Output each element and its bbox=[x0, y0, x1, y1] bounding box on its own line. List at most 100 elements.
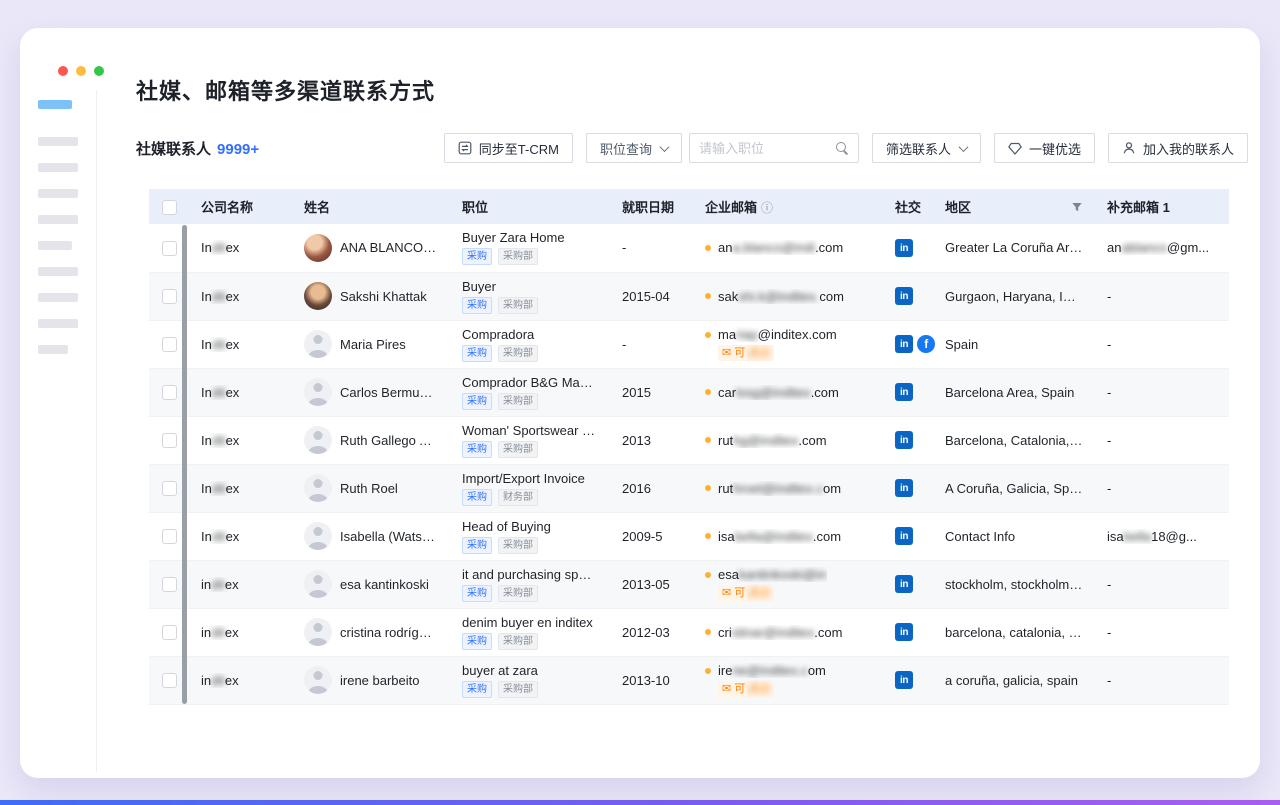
region: Barcelona Area, Spain bbox=[945, 385, 1083, 400]
row-checkbox[interactable] bbox=[162, 529, 177, 544]
contact-name: Ruth Roel bbox=[340, 481, 398, 496]
email: ruthroel@inditex.com bbox=[718, 481, 841, 496]
hire-date: 2013-10 bbox=[622, 673, 670, 688]
company-name: Inditex bbox=[201, 337, 280, 352]
linkedin-icon[interactable]: in bbox=[895, 671, 913, 689]
email: ana.blanco@indi.com bbox=[718, 240, 843, 255]
avatar bbox=[304, 378, 332, 406]
header-name: 姓名 bbox=[292, 189, 450, 224]
company-name: Inditex bbox=[201, 481, 280, 496]
position-title: denim buyer en inditex bbox=[462, 615, 598, 630]
extra-email: isabella18@g... bbox=[1107, 529, 1217, 544]
position-query-dropdown[interactable]: 职位查询 bbox=[586, 133, 682, 163]
linkedin-icon[interactable]: in bbox=[895, 623, 913, 641]
region: barcelona, catalonia, sp... bbox=[945, 625, 1083, 640]
linkedin-icon[interactable]: in bbox=[895, 527, 913, 545]
row-checkbox[interactable] bbox=[162, 241, 177, 256]
region: a coruña, galicia, spain bbox=[945, 673, 1083, 688]
hire-date: 2015-04 bbox=[622, 289, 670, 304]
add-to-my-contacts-button[interactable]: 加入我的联系人 bbox=[1108, 133, 1248, 163]
position-tag: 采购部 bbox=[498, 441, 538, 458]
avatar bbox=[304, 666, 332, 694]
person-add-icon bbox=[1122, 141, 1136, 155]
position-tags: 采购采购部 bbox=[462, 345, 598, 362]
social-icons: in bbox=[895, 383, 913, 401]
row-checkbox[interactable] bbox=[162, 337, 177, 352]
row-checkbox[interactable] bbox=[162, 433, 177, 448]
mail-icon: ✉ bbox=[722, 585, 731, 601]
row-checkbox[interactable] bbox=[162, 481, 177, 496]
position-tag: 财务部 bbox=[498, 489, 538, 506]
table-header-row: 公司名称 姓名 职位 就职日期 企业邮箱ⓘ 社交 地区 bbox=[149, 189, 1229, 224]
sidebar-skeleton-item[interactable] bbox=[38, 267, 78, 276]
position-tags: 采购采购部 bbox=[462, 585, 598, 602]
list-count: 9999+ bbox=[217, 141, 259, 158]
sidebar-skeleton-item[interactable] bbox=[38, 241, 72, 250]
social-icons: in bbox=[895, 671, 913, 689]
contact-name: Isabella (Watson) L... bbox=[340, 529, 438, 544]
company-name: Inditex bbox=[201, 433, 280, 448]
add-to-contacts-label: 加入我的联系人 bbox=[1143, 139, 1234, 158]
sidebar-skeleton-item[interactable] bbox=[38, 319, 78, 328]
search-icon[interactable] bbox=[835, 141, 849, 155]
one-click-optimize-button[interactable]: 一键优选 bbox=[994, 133, 1095, 163]
contact-name: cristina rodríguez bbox=[340, 625, 438, 640]
sidebar-skeleton-item[interactable] bbox=[38, 215, 78, 224]
header-hire-date: 就职日期 bbox=[610, 189, 693, 224]
social-icons: in bbox=[895, 431, 913, 449]
position-tags: 采购采购部 bbox=[462, 248, 598, 265]
avatar bbox=[304, 522, 332, 550]
linkedin-icon[interactable]: in bbox=[895, 431, 913, 449]
position-tags: 采购采购部 bbox=[462, 681, 598, 698]
header-company-email: 企业邮箱ⓘ bbox=[693, 189, 883, 224]
optimize-label: 一键优选 bbox=[1029, 139, 1081, 158]
row-checkbox[interactable] bbox=[162, 577, 177, 592]
select-all-checkbox[interactable] bbox=[162, 200, 177, 215]
sidebar-skeleton-item[interactable] bbox=[38, 163, 78, 172]
hire-date: 2012-03 bbox=[622, 625, 670, 640]
sync-to-crm-button[interactable]: 同步至T-CRM bbox=[444, 133, 573, 163]
position-tag: 采购 bbox=[462, 441, 492, 458]
facebook-icon[interactable]: f bbox=[917, 335, 935, 353]
filter-icon[interactable] bbox=[1071, 201, 1083, 213]
email-status-dot bbox=[705, 668, 711, 674]
email-status-dot bbox=[705, 572, 711, 578]
linkedin-icon[interactable]: in bbox=[895, 239, 913, 257]
sidebar-skeleton-item[interactable] bbox=[38, 293, 78, 302]
position-title: buyer at zara bbox=[462, 663, 598, 678]
info-icon[interactable]: ⓘ bbox=[761, 201, 773, 215]
position-tag: 采购部 bbox=[498, 393, 538, 410]
linkedin-icon[interactable]: in bbox=[895, 383, 913, 401]
close-window-button[interactable] bbox=[58, 66, 68, 76]
linkedin-icon[interactable]: in bbox=[895, 479, 913, 497]
position-tags: 采购财务部 bbox=[462, 489, 598, 506]
company-name: inditex bbox=[201, 625, 280, 640]
sidebar-skeleton-item[interactable] bbox=[38, 189, 78, 198]
minimize-window-button[interactable] bbox=[76, 66, 86, 76]
sidebar-skeleton-item[interactable] bbox=[38, 137, 78, 146]
sidebar-active-item[interactable] bbox=[38, 100, 72, 109]
extra-email: - bbox=[1107, 673, 1217, 688]
row-checkbox[interactable] bbox=[162, 625, 177, 640]
vertical-scrollbar[interactable] bbox=[182, 225, 187, 704]
table-row: inditex cristina rodríguez denim buyer e… bbox=[149, 608, 1229, 656]
row-checkbox[interactable] bbox=[162, 289, 177, 304]
position-search-input[interactable] bbox=[699, 141, 835, 156]
table-row: Inditex Carlos Bermudo Cr... Comprador B… bbox=[149, 368, 1229, 416]
gem-icon bbox=[1008, 142, 1022, 155]
email: mariap@inditex.com bbox=[718, 327, 837, 342]
linkedin-icon[interactable]: in bbox=[895, 575, 913, 593]
contact-name: irene barbeito bbox=[340, 673, 420, 688]
position-query-label: 职位查询 bbox=[600, 139, 652, 158]
linkedin-icon[interactable]: in bbox=[895, 335, 913, 353]
linkedin-icon[interactable]: in bbox=[895, 287, 913, 305]
row-checkbox[interactable] bbox=[162, 385, 177, 400]
extra-email: - bbox=[1107, 577, 1217, 592]
sidebar-skeleton-item[interactable] bbox=[38, 345, 68, 354]
row-checkbox[interactable] bbox=[162, 673, 177, 688]
mail-icon: ✉ bbox=[722, 681, 731, 697]
filter-contacts-button[interactable]: 筛选联系人 bbox=[872, 133, 981, 163]
position-tag: 采购 bbox=[462, 585, 492, 602]
extra-email: anablanco@gm... bbox=[1107, 240, 1217, 255]
email-status-dot bbox=[705, 293, 711, 299]
